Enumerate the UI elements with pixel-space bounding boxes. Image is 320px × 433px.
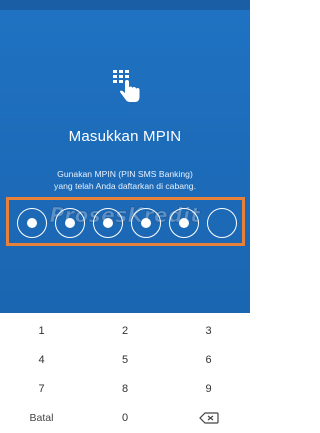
page-title: Masukkan MPIN — [68, 128, 182, 145]
key-2[interactable]: 2 — [83, 316, 167, 345]
key-0[interactable]: 0 — [83, 403, 167, 432]
key-3[interactable]: 3 — [167, 316, 250, 345]
key-7[interactable]: 7 — [0, 374, 83, 403]
key-6[interactable]: 6 — [167, 345, 250, 374]
keypad-tap-icon — [110, 68, 144, 104]
pin-dot-5 — [169, 208, 199, 238]
backspace-icon — [198, 411, 219, 424]
pin-dot-3 — [93, 208, 123, 238]
pin-dot-4 — [131, 208, 161, 238]
pin-dot-6 — [207, 208, 237, 238]
mpin-header-panel: Masukkan MPIN Gunakan MPIN (PIN SMS Bank… — [0, 0, 250, 313]
instruction-line-1: Gunakan MPIN (PIN SMS Banking) — [57, 169, 193, 179]
key-8[interactable]: 8 — [83, 374, 167, 403]
key-4[interactable]: 4 — [0, 345, 83, 374]
key-5[interactable]: 5 — [83, 345, 167, 374]
pin-dot-2 — [55, 208, 85, 238]
pin-dots — [17, 208, 237, 238]
pin-entry-highlight — [6, 197, 245, 246]
pin-dot-1 — [17, 208, 47, 238]
numeric-keypad: 1 2 3 4 5 6 7 8 9 Batal 0 — [0, 313, 250, 433]
cancel-button[interactable]: Batal — [0, 403, 83, 432]
instruction-line-2: yang telah Anda daftarkan di cabang. — [54, 181, 196, 191]
key-9[interactable]: 9 — [167, 374, 250, 403]
instruction-text: Gunakan MPIN (PIN SMS Banking) yang tela… — [0, 168, 250, 192]
backspace-button[interactable] — [167, 403, 250, 432]
status-bar — [0, 0, 250, 10]
key-1[interactable]: 1 — [0, 316, 83, 345]
